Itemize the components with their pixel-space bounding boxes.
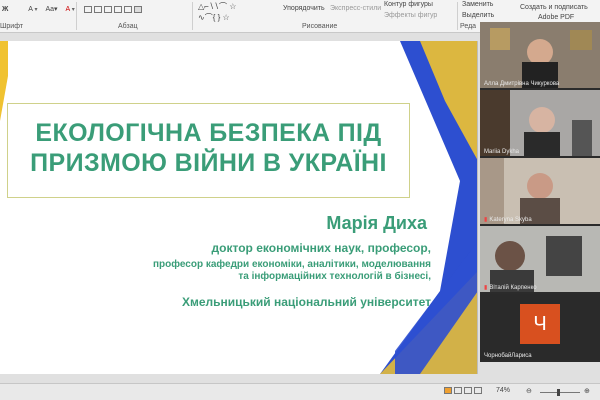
- zoom-level[interactable]: 74%: [496, 387, 510, 394]
- participant-tile[interactable]: Ч ЧорнобайЛариса: [480, 294, 600, 360]
- font-grow-button[interactable]: A: [28, 6, 32, 13]
- participant-name: ▮ Kateryna Skyba: [484, 217, 532, 223]
- font-group-label: Шрифт: [0, 23, 24, 30]
- justify-icon[interactable]: [113, 5, 122, 13]
- participant-tile[interactable]: ▮ Віталій Карпенко: [480, 226, 600, 292]
- webcam-video: [480, 158, 600, 224]
- webcam-video: [480, 90, 600, 156]
- participant-name: Алла Дмитрівна Чикуркова: [484, 81, 560, 87]
- shape-effects-button[interactable]: Эффекты фигур: [384, 11, 437, 20]
- zoom-out-icon[interactable]: ⊖: [526, 387, 532, 395]
- shapes-icon[interactable]: ∿⌒{ } ☆: [198, 13, 230, 22]
- slide-sorter-icon[interactable]: [453, 387, 462, 394]
- paragraph-group-label: Абзац: [118, 23, 138, 30]
- participants-panel: Алла Дмитрівна Чикуркова Mariia Dykha ▮ K…: [480, 22, 600, 362]
- shapes-icon[interactable]: △⌐∖∖⌒ ☆: [198, 2, 236, 11]
- chevron-down-icon[interactable]: ▾: [72, 7, 75, 13]
- author-name: Марія Диха: [326, 213, 427, 233]
- align-left-icon[interactable]: [84, 5, 92, 13]
- edit-group-label: Реда: [460, 23, 477, 30]
- select-button[interactable]: Выделить: [462, 11, 494, 20]
- zoom-slider[interactable]: [540, 389, 580, 396]
- zoom-slider-thumb[interactable]: [557, 389, 560, 396]
- replace-button[interactable]: Заменить: [462, 0, 493, 9]
- chevron-down-icon[interactable]: ▾: [35, 7, 38, 13]
- view-buttons[interactable]: [444, 387, 482, 394]
- webcam-video: [480, 22, 600, 88]
- shapes-gallery-row2[interactable]: ∿⌒{ } ☆: [198, 13, 230, 22]
- reading-view-icon[interactable]: [463, 387, 472, 394]
- shape-outline-button[interactable]: Контур фигуры: [384, 0, 433, 9]
- participant-tile[interactable]: Mariia Dykha: [480, 90, 600, 156]
- participant-name: Mariia Dykha: [484, 149, 520, 155]
- normal-view-icon[interactable]: [444, 387, 452, 394]
- drawing-group-label: Рисование: [302, 23, 338, 30]
- text-direction-icon[interactable]: [133, 5, 142, 13]
- author-university: Хмельницький національний університет: [181, 295, 431, 309]
- app-window: Ж A ▾ Aa▾ A ▾ Шрифт Абзац △⌐∖∖⌒ ☆ ∿⌒{ } …: [0, 0, 600, 400]
- participant-name: ▮ Віталій Карпенко: [484, 285, 537, 291]
- status-bar: 74% ⊖ ⊕: [0, 383, 600, 400]
- participant-name: ЧорнобайЛариса: [484, 353, 532, 359]
- slide-decoration: [0, 41, 477, 374]
- slideshow-icon[interactable]: [473, 387, 482, 394]
- font-size-group[interactable]: Ж A ▾ Aa▾ A ▾: [2, 5, 75, 15]
- adobe-pdf-label: Adobe PDF: [538, 14, 575, 21]
- author-position-line-1: професор кафедри економіки, аналітики, м…: [152, 259, 431, 270]
- columns-icon[interactable]: [123, 5, 132, 13]
- title-textbox[interactable]: ЕКОЛОГІЧНА БЕЗПЕКА ПІД ПРИЗМОЮ ВІЙНИ В УК…: [7, 103, 410, 198]
- muted-mic-icon: ▮: [484, 217, 488, 223]
- group-divider: [76, 2, 77, 30]
- align-right-icon[interactable]: [103, 5, 112, 13]
- align-center-icon[interactable]: [93, 5, 102, 13]
- slide-canvas[interactable]: ЕКОЛОГІЧНА БЕЗПЕКА ПІД ПРИЗМОЮ ВІЙНИ В УК…: [0, 41, 478, 374]
- group-divider: [192, 2, 193, 30]
- muted-mic-icon: ▮: [484, 285, 488, 291]
- avatar: Ч: [520, 304, 560, 344]
- shapes-gallery[interactable]: △⌐∖∖⌒ ☆: [198, 2, 236, 11]
- author-position: професор кафедри економіки, аналітики, м…: [153, 259, 431, 283]
- participant-tile[interactable]: ▮ Kateryna Skyba: [480, 158, 600, 224]
- create-pdf-button[interactable]: Создать и подписать: [520, 3, 588, 12]
- author-position-line-2: та інформаційних технологій в бізнесі,: [238, 271, 431, 282]
- participant-tile[interactable]: Алла Дмитрівна Чикуркова: [480, 22, 600, 88]
- font-color-icon[interactable]: A: [66, 6, 70, 13]
- bold-icon[interactable]: Ж: [2, 6, 8, 13]
- arrange-button[interactable]: Упорядочить: [283, 4, 325, 13]
- slide-title: ЕКОЛОГІЧНА БЕЗПЕКА ПІД ПРИЗМОЮ ВІЙНИ В УК…: [30, 119, 387, 177]
- quick-styles-button[interactable]: Экспресс-стили: [330, 4, 381, 13]
- paragraph-tools[interactable]: [84, 5, 142, 14]
- group-divider: [457, 2, 458, 30]
- zoom-in-icon[interactable]: ⊕: [584, 387, 590, 395]
- webcam-video: [480, 226, 600, 292]
- author-degree: доктор економічних наук, професор,: [211, 241, 431, 255]
- font-shrink-button[interactable]: Aa▾: [46, 6, 58, 13]
